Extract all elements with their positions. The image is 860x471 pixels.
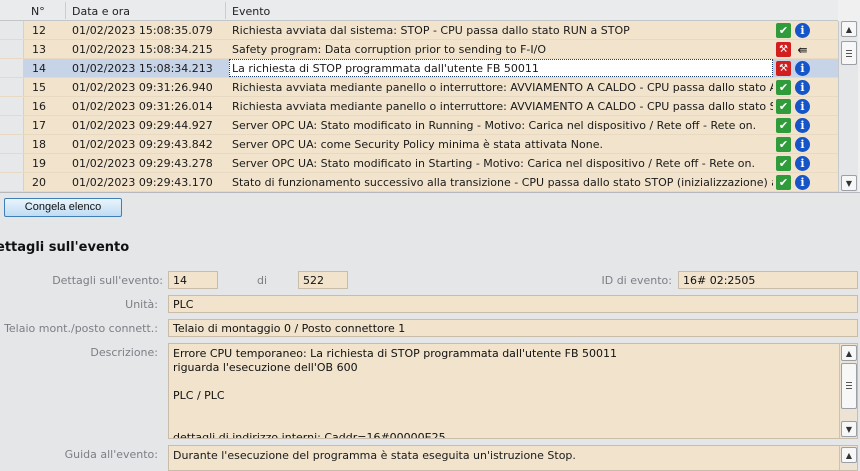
row-number: 15 bbox=[32, 81, 46, 94]
description-line: Errore CPU temporaneo: La richiesta di S… bbox=[173, 347, 618, 360]
info-icon[interactable]: i bbox=[795, 156, 810, 171]
table-row[interactable]: 17 01/02/2023 09:29:44.927 Server OPC UA: … bbox=[0, 116, 838, 135]
row-event-text: Richiesta avviata mediante panello o int… bbox=[232, 81, 773, 94]
description-line: riguarda l'esecuzione dell'OB 600 bbox=[173, 361, 358, 374]
row-number: 18 bbox=[32, 138, 46, 151]
event-guide-field[interactable]: Durante l'esecuzione del programma è sta… bbox=[168, 445, 858, 471]
row-event-text: La richiesta di STOP programmata dall'ut… bbox=[232, 62, 539, 75]
scroll-down-icon[interactable]: ▼ bbox=[841, 175, 857, 191]
table-scrollbar[interactable]: ▲ ▼ bbox=[838, 21, 858, 192]
description-line: PLC / PLC bbox=[173, 389, 225, 402]
row-selector[interactable] bbox=[0, 78, 24, 96]
check-icon: ✔ bbox=[776, 80, 791, 95]
rack-slot-field[interactable]: Telaio di montaggio 0 / Posto connettore… bbox=[168, 319, 858, 337]
description-label: Descrizione: bbox=[90, 346, 158, 359]
description-field[interactable]: Errore CPU temporaneo: La richiesta di S… bbox=[168, 343, 858, 439]
row-datetime: 01/02/2023 09:29:43.278 bbox=[72, 157, 213, 170]
table-row[interactable]: 16 01/02/2023 09:31:26.014 Richiesta avvia… bbox=[0, 97, 838, 116]
table-row[interactable]: 12 01/02/2023 15:08:35.079 Richiesta avvia… bbox=[0, 21, 838, 40]
check-icon: ✔ bbox=[776, 118, 791, 133]
outgoing-arrow-icon[interactable]: ⇚ bbox=[795, 42, 810, 57]
fault-icon: ⚒ bbox=[776, 61, 791, 76]
unit-label: Unità: bbox=[125, 298, 158, 311]
column-header-number[interactable]: N° bbox=[31, 5, 45, 18]
info-icon[interactable]: i bbox=[795, 118, 810, 133]
row-number: 13 bbox=[32, 43, 46, 56]
scroll-up-icon[interactable]: ▲ bbox=[841, 447, 857, 463]
row-event-text: Richiesta avviata mediante panello o int… bbox=[232, 100, 773, 113]
row-number: 20 bbox=[32, 176, 46, 189]
scrollbar-thumb[interactable] bbox=[841, 41, 857, 65]
column-header-event[interactable]: Evento bbox=[232, 5, 270, 18]
row-datetime: 01/02/2023 09:31:26.940 bbox=[72, 81, 213, 94]
table-header: N° Data e ora Evento bbox=[0, 0, 838, 21]
check-icon: ✔ bbox=[776, 156, 791, 171]
of-label: di bbox=[257, 274, 268, 287]
event-details-label: Dettagli sull'evento: bbox=[52, 274, 163, 287]
row-datetime: 01/02/2023 15:08:34.213 bbox=[72, 62, 213, 75]
row-event-text: Safety program: Data corruption prior to… bbox=[232, 43, 547, 56]
row-selector[interactable] bbox=[0, 97, 24, 115]
info-icon[interactable]: i bbox=[795, 61, 810, 76]
row-selector[interactable] bbox=[0, 135, 24, 153]
description-scrollbar[interactable]: ▲ ▼ bbox=[839, 344, 857, 438]
row-number: 12 bbox=[32, 24, 46, 37]
table-row[interactable]: 15 01/02/2023 09:31:26.940 Richiesta avvia… bbox=[0, 78, 838, 97]
row-selector[interactable] bbox=[0, 173, 24, 191]
scroll-up-icon[interactable]: ▲ bbox=[841, 345, 857, 361]
table-row[interactable]: 20 01/02/2023 09:29:43.170 Stato di funzio… bbox=[0, 173, 838, 192]
row-datetime: 01/02/2023 09:29:43.842 bbox=[72, 138, 213, 151]
rack-slot-label: Telaio mont./posto connett.: bbox=[4, 322, 158, 335]
table-row[interactable]: 19 01/02/2023 09:29:43.278 Server OPC UA: … bbox=[0, 154, 838, 173]
row-number: 17 bbox=[32, 119, 46, 132]
description-line: dettagli di indirizzo interni: Caddr=16#… bbox=[173, 431, 446, 439]
event-details-title: ettagli sull'evento bbox=[0, 240, 130, 255]
info-icon[interactable]: i bbox=[795, 137, 810, 152]
event-total-field[interactable]: 522 bbox=[298, 271, 348, 289]
row-selector[interactable] bbox=[0, 59, 24, 77]
row-number: 16 bbox=[32, 100, 46, 113]
event-guide-label: Guida all'evento: bbox=[64, 448, 158, 461]
row-event-text: Server OPC UA: come Security Policy mini… bbox=[232, 138, 603, 151]
check-icon: ✔ bbox=[776, 137, 791, 152]
row-event-text: Server OPC UA: Stato modificato in Start… bbox=[232, 157, 755, 170]
event-id-label: ID di evento: bbox=[601, 274, 672, 287]
check-icon: ✔ bbox=[776, 99, 791, 114]
table-row[interactable]: 14 01/02/2023 15:08:34.213 La richiesta di… bbox=[0, 59, 838, 78]
freeze-list-button[interactable]: Congela elenco bbox=[4, 198, 122, 217]
row-selector[interactable] bbox=[0, 40, 24, 58]
row-event-text: Richiesta avviata dal sistema: STOP - CP… bbox=[232, 24, 630, 37]
row-datetime: 01/02/2023 09:29:43.170 bbox=[72, 176, 213, 189]
row-selector[interactable] bbox=[0, 116, 24, 134]
row-datetime: 01/02/2023 15:08:34.215 bbox=[72, 43, 213, 56]
info-icon[interactable]: i bbox=[795, 99, 810, 114]
guide-scrollbar[interactable]: ▲ bbox=[839, 446, 857, 470]
scroll-down-icon[interactable]: ▼ bbox=[841, 421, 857, 437]
scroll-up-icon[interactable]: ▲ bbox=[841, 21, 857, 37]
row-event-text: Stato di funzionamento successivo alla t… bbox=[232, 176, 773, 189]
fault-icon: ⚒ bbox=[776, 42, 791, 57]
event-table: N° Data e ora Evento 12 01/02/2023 15:08:… bbox=[0, 0, 860, 193]
row-selector[interactable] bbox=[0, 154, 24, 172]
row-selector[interactable] bbox=[0, 21, 24, 39]
row-event-text: Server OPC UA: Stato modificato in Runni… bbox=[232, 119, 757, 132]
row-number: 19 bbox=[32, 157, 46, 170]
check-icon: ✔ bbox=[776, 175, 791, 190]
info-icon[interactable]: i bbox=[795, 175, 810, 190]
row-number: 14 bbox=[32, 62, 46, 75]
event-guide-text: Durante l'esecuzione del programma è sta… bbox=[173, 449, 576, 462]
row-datetime: 01/02/2023 09:31:26.014 bbox=[72, 100, 213, 113]
event-id-field[interactable]: 16# 02:2505 bbox=[678, 271, 858, 289]
column-header-datetime[interactable]: Data e ora bbox=[72, 5, 130, 18]
check-icon: ✔ bbox=[776, 23, 791, 38]
info-icon[interactable]: i bbox=[795, 23, 810, 38]
table-row[interactable]: 18 01/02/2023 09:29:43.842 Server OPC UA: … bbox=[0, 135, 838, 154]
scrollbar-thumb[interactable] bbox=[841, 363, 857, 409]
row-datetime: 01/02/2023 15:08:35.079 bbox=[72, 24, 213, 37]
row-datetime: 01/02/2023 09:29:44.927 bbox=[72, 119, 213, 132]
unit-field[interactable]: PLC bbox=[168, 295, 858, 313]
table-row[interactable]: 13 01/02/2023 15:08:34.215 Safety program:… bbox=[0, 40, 838, 59]
event-index-field[interactable]: 14 bbox=[168, 271, 218, 289]
info-icon[interactable]: i bbox=[795, 80, 810, 95]
